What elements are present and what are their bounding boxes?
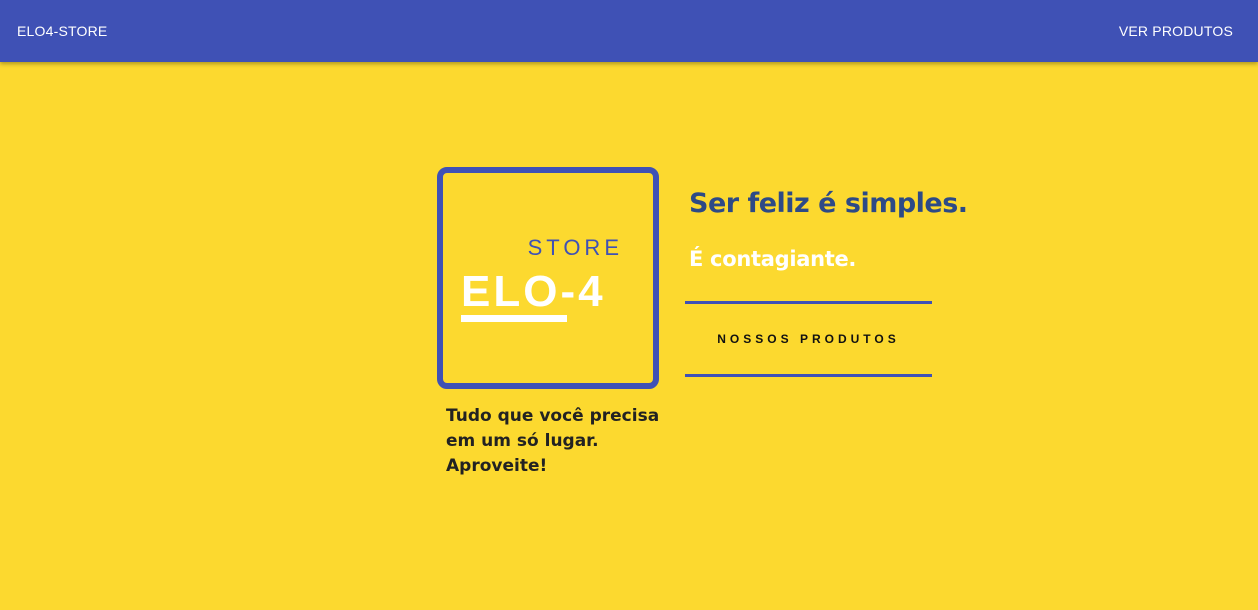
tagline: Tudo que você precisa em um só lugar. Ap… bbox=[446, 404, 666, 479]
logo-underline bbox=[461, 315, 567, 322]
tagline-line-2: em um só lugar. bbox=[446, 431, 599, 451]
tagline-line-1: Tudo que você precisa bbox=[446, 406, 660, 426]
hero-headline: Ser feliz é simples. bbox=[689, 188, 968, 219]
tagline-line-3: Aproveite! bbox=[446, 456, 548, 476]
ver-produtos-link[interactable]: VER PRODUTOS bbox=[1119, 23, 1233, 39]
store-logo: STORE ELO-4 bbox=[437, 167, 659, 389]
hero-subline: É contagiante. bbox=[689, 247, 857, 271]
nossos-produtos-button[interactable]: NOSSOS PRODUTOS bbox=[685, 301, 932, 377]
logo-graphic: STORE ELO-4 bbox=[461, 235, 623, 322]
top-app-bar: ELO4-STORE VER PRODUTOS bbox=[0, 0, 1258, 62]
logo-store-text: STORE bbox=[528, 235, 623, 260]
logo-name-text: ELO-4 bbox=[461, 267, 606, 316]
brand-title[interactable]: ELO4-STORE bbox=[17, 23, 107, 39]
